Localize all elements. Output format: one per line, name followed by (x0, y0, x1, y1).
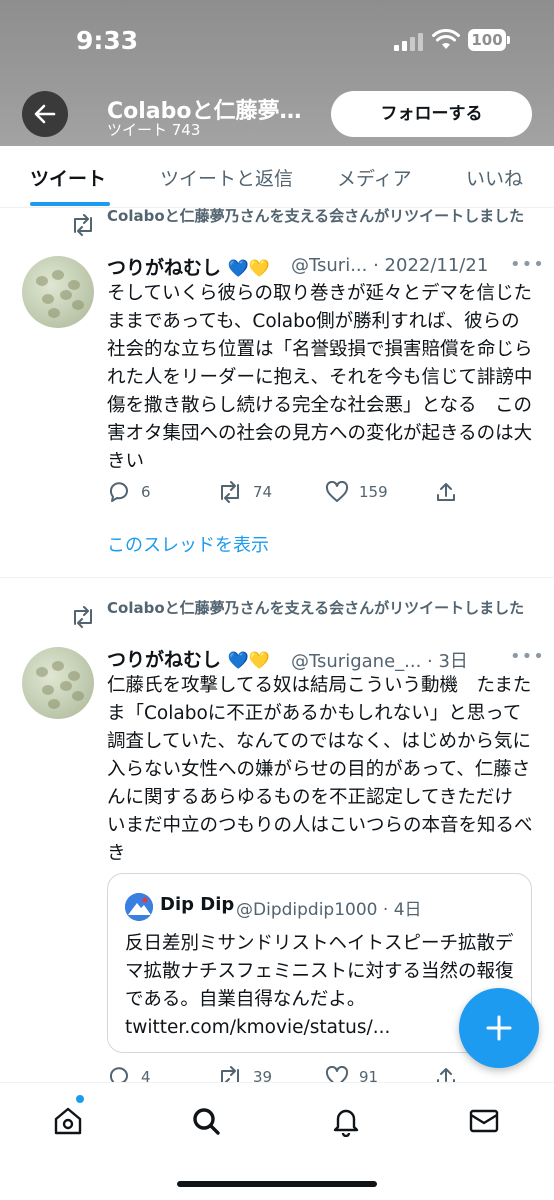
battery-indicator: 100 (468, 29, 506, 51)
quoted-avatar (125, 893, 153, 921)
more-options-icon[interactable]: ••• (510, 254, 545, 275)
quoted-handle-and-date: @Dipdipdip1000 · 4日 (236, 900, 422, 920)
reply-button[interactable]: 6 (107, 481, 151, 503)
reply-count: 6 (141, 483, 151, 501)
display-name-emoji: 💙💛 (227, 259, 270, 279)
handle-and-date: @Tsuri... · 2022/11/21 (291, 255, 489, 276)
more-options-icon[interactable]: ••• (510, 646, 545, 667)
nav-notifications[interactable] (326, 1101, 366, 1141)
reply-icon (109, 482, 128, 502)
back-button[interactable] (22, 91, 68, 137)
quoted-display-name: Dip Dip (160, 894, 235, 915)
retweet-icon (221, 481, 239, 503)
bell-icon (333, 1109, 359, 1137)
battery-tip (507, 36, 510, 44)
tab-likes[interactable]: いいね (466, 164, 523, 191)
retweet-button[interactable]: 74 (217, 481, 272, 503)
home-notification-dot (76, 1095, 84, 1103)
avatar[interactable] (22, 647, 94, 719)
tweet-text: 仁藤氏を攻撃してる奴は結局こういう動機 たまたま「Colaboに不正があるかもし… (107, 675, 533, 864)
share-button[interactable] (435, 481, 457, 503)
plus-icon (486, 1015, 512, 1041)
signal-icon (394, 33, 424, 51)
mountain-icon (125, 893, 153, 921)
nav-home[interactable] (48, 1101, 88, 1141)
status-time: 9:33 (76, 26, 139, 55)
like-button[interactable]: 159 (325, 481, 388, 503)
tweet-text: そしていくら彼らの取り巻きが延々とデマを信じたままであっても、Colabo側が勝… (107, 283, 533, 472)
wifi-icon (432, 29, 460, 49)
display-name[interactable]: つりがねむし 💙💛 (107, 253, 270, 280)
heart-icon (325, 481, 349, 502)
display-name-text: つりがねむし (107, 257, 222, 279)
tab-tweets-and-replies[interactable]: ツイートと返信 (160, 164, 293, 191)
profile-tabs: ツイート ツイートと返信 メディア いいね (0, 146, 554, 208)
arrow-left-icon (34, 104, 56, 124)
compose-tweet-button[interactable] (459, 988, 539, 1068)
display-name-text: つりがねむし (107, 649, 222, 671)
share-icon (437, 483, 455, 501)
handle-and-date: @Tsurigane_... · 3日 (291, 651, 468, 672)
retweet-context: Colaboと仁藤夢乃さんを支える会さんがリツイートしました (107, 207, 525, 225)
search-icon (193, 1108, 220, 1135)
tweet-actions: 6 74 159 (107, 481, 467, 505)
like-count: 159 (359, 483, 388, 501)
retweet-icon (74, 214, 92, 236)
nav-messages[interactable] (464, 1101, 504, 1141)
home-icon (54, 1107, 82, 1135)
tweet-divider (0, 577, 554, 578)
avatar[interactable] (22, 256, 94, 328)
tab-media[interactable]: メディア (337, 164, 412, 191)
display-name-emoji: 💙💛 (227, 651, 270, 671)
retweet-count: 74 (253, 483, 273, 501)
show-thread-link[interactable]: このスレッドを表示 (107, 531, 269, 557)
tweet-count: ツイート 743 (107, 121, 201, 139)
retweet-context: Colaboと仁藤夢乃さんを支える会さんがリツイートしました (107, 599, 525, 617)
mail-icon (469, 1109, 499, 1133)
follow-button[interactable]: フォローする (331, 91, 532, 137)
nav-search[interactable] (186, 1101, 226, 1141)
retweet-icon (74, 606, 92, 628)
active-tab-indicator (30, 202, 110, 206)
home-indicator (177, 1181, 377, 1187)
tab-tweets[interactable]: ツイート (30, 164, 106, 191)
display-name[interactable]: つりがねむし 💙💛 (107, 645, 270, 672)
